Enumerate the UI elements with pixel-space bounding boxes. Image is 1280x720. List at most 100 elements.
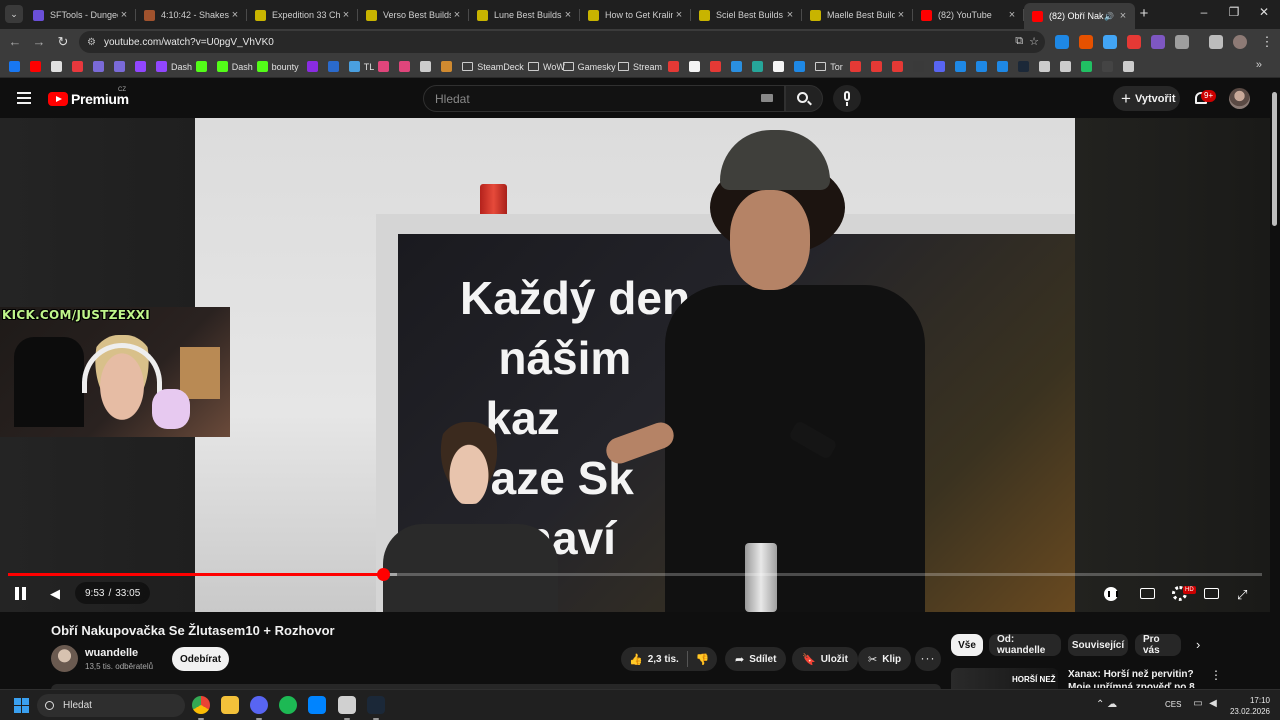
- extension-icon[interactable]: [1151, 35, 1165, 49]
- subscribe-button[interactable]: Odebírat: [172, 647, 229, 671]
- more-bookmarks-icon[interactable]: »: [1256, 59, 1262, 71]
- bookmark-item[interactable]: [327, 60, 343, 73]
- recommendation-menu-icon[interactable]: ⋮: [1210, 668, 1222, 682]
- guide-menu-icon[interactable]: [17, 92, 31, 104]
- bookmark-item[interactable]: bounty: [256, 60, 299, 73]
- chrome-icon[interactable]: [192, 696, 210, 720]
- bookmark-folder[interactable]: Gamesky: [562, 60, 616, 73]
- extension-icon[interactable]: [1127, 35, 1141, 49]
- close-tab-icon[interactable]: ×: [118, 9, 130, 21]
- close-tab-icon[interactable]: ×: [673, 9, 685, 21]
- site-info-icon[interactable]: ⚙: [87, 37, 96, 48]
- seek-bar-handle[interactable]: [376, 568, 390, 581]
- close-tab-icon[interactable]: ×: [229, 9, 241, 21]
- app-icon[interactable]: [338, 696, 356, 720]
- page-scrollbar-thumb[interactable]: [1272, 92, 1277, 226]
- volume-icon[interactable]: ◀: [1205, 698, 1221, 709]
- search-input[interactable]: Hledat: [423, 85, 785, 112]
- discord-icon[interactable]: [250, 696, 268, 720]
- bookmark-item[interactable]: [996, 60, 1012, 73]
- file-explorer-icon[interactable]: [221, 696, 239, 714]
- network-icon[interactable]: ▭: [1190, 698, 1206, 709]
- maximize-button[interactable]: ❐: [1224, 5, 1244, 19]
- bookmark-folder[interactable]: WoW: [528, 60, 565, 73]
- bookmark-item[interactable]: [441, 60, 456, 73]
- chevron-right-icon[interactable]: ›: [1196, 637, 1200, 652]
- spotify-icon[interactable]: [279, 696, 297, 714]
- bookmark-item[interactable]: [420, 60, 435, 73]
- volume-icon[interactable]: ◀: [47, 586, 63, 601]
- browser-tab[interactable]: Expedition 33 Ch ×: [247, 4, 358, 26]
- bookmark-item[interactable]: [731, 60, 746, 73]
- back-button[interactable]: ←: [7, 34, 23, 49]
- bookmark-item[interactable]: [1101, 60, 1117, 73]
- pause-button[interactable]: [14, 587, 28, 600]
- close-tab-icon[interactable]: ×: [1006, 9, 1018, 21]
- bookmark-item[interactable]: [51, 60, 66, 73]
- youtube-premium-logo[interactable]: Premium CZ: [48, 87, 129, 107]
- browser-tab[interactable]: (82) YouTube ×: [913, 4, 1024, 26]
- browser-menu-icon[interactable]: ⋮: [1259, 34, 1275, 50]
- new-tab-button[interactable]: +: [1136, 5, 1152, 23]
- search-button[interactable]: [785, 85, 823, 112]
- create-button[interactable]: + Vytvořit: [1113, 86, 1180, 111]
- bookmark-item[interactable]: [870, 60, 886, 73]
- account-avatar[interactable]: [1229, 88, 1250, 109]
- keyboard-icon[interactable]: [761, 94, 773, 102]
- bookmark-item[interactable]: [93, 60, 108, 73]
- browser-tab[interactable]: How to Get Kralim ×: [580, 4, 691, 26]
- tab-audio-icon[interactable]: 🔊: [1104, 12, 1114, 21]
- bookmark-item[interactable]: [30, 60, 45, 73]
- bookmark-folder[interactable]: Stream: [618, 60, 662, 73]
- bookmark-item[interactable]: [114, 60, 129, 73]
- browser-tab[interactable]: Verso Best Builds ×: [358, 4, 469, 26]
- bookmark-item[interactable]: [1017, 60, 1033, 73]
- browser-tab[interactable]: (82) Obří Nak 🔊 ×: [1024, 3, 1135, 29]
- dislike-button[interactable]: 👎: [688, 653, 717, 666]
- video-player[interactable]: Každý den nášim kaz raze Sk naví KICK.CO…: [0, 118, 1270, 612]
- recommendation-title[interactable]: Xanax: Horší než pervitin? Moje upřímná …: [1068, 668, 1206, 688]
- save-button[interactable]: 🔖 Uložit: [792, 647, 858, 671]
- bookmark-item[interactable]: [710, 60, 725, 73]
- steam-icon[interactable]: [367, 696, 385, 720]
- bookmark-folder[interactable]: Tor: [815, 60, 843, 73]
- bookmark-item[interactable]: [689, 60, 704, 73]
- extension-icon[interactable]: [1079, 35, 1093, 49]
- bookmark-item[interactable]: Dash: [216, 60, 253, 73]
- address-bar[interactable]: ⚙ youtube.com/watch?v=U0pgV_VhVK0 ⧉ ☆: [79, 31, 1045, 53]
- voice-search-button[interactable]: [833, 85, 861, 112]
- close-tab-icon[interactable]: ×: [562, 9, 574, 21]
- bookmark-item[interactable]: [1059, 60, 1075, 73]
- bookmark-item[interactable]: [668, 60, 683, 73]
- bookmark-item[interactable]: [849, 60, 865, 73]
- forward-button[interactable]: →: [31, 34, 47, 49]
- filter-chip[interactable]: Související: [1068, 634, 1128, 656]
- browser-tab[interactable]: Lune Best Builds ×: [469, 4, 580, 26]
- bookmark-item[interactable]: [912, 60, 928, 73]
- bookmark-folder[interactable]: SteamDeck: [462, 60, 524, 73]
- install-app-icon[interactable]: ⧉: [1015, 35, 1023, 48]
- bookmark-item[interactable]: Dash: [156, 60, 192, 73]
- minimize-button[interactable]: –: [1194, 5, 1214, 19]
- clip-button[interactable]: ✂ Klip: [858, 647, 912, 671]
- close-window-button[interactable]: ✕: [1254, 5, 1274, 19]
- bookmark-item[interactable]: [891, 60, 907, 73]
- browser-tab[interactable]: Sciel Best Builds ×: [691, 4, 802, 26]
- share-button[interactable]: ➦ Sdílet: [725, 647, 787, 671]
- bookmark-item[interactable]: [399, 60, 414, 73]
- bookmark-item[interactable]: [773, 60, 788, 73]
- bookmark-item[interactable]: [752, 60, 767, 73]
- messenger-icon[interactable]: [308, 696, 326, 714]
- bookmark-item[interactable]: [72, 60, 87, 73]
- filter-chip[interactable]: Pro vás: [1135, 634, 1181, 656]
- bookmark-item[interactable]: [195, 60, 211, 73]
- reading-list-icon[interactable]: [1209, 35, 1223, 49]
- channel-name[interactable]: wuandelle: [85, 647, 138, 659]
- extensions-puzzle-icon[interactable]: [1175, 35, 1189, 49]
- windows-start-icon[interactable]: [14, 698, 29, 713]
- fullscreen-icon[interactable]: ⤢: [1237, 587, 1247, 603]
- reload-button[interactable]: ↻: [55, 34, 71, 50]
- browser-tab[interactable]: Maelle Best Builds ×: [802, 4, 913, 26]
- filter-chip[interactable]: Od: wuandelle: [989, 634, 1061, 656]
- autoplay-toggle[interactable]: [1104, 587, 1118, 601]
